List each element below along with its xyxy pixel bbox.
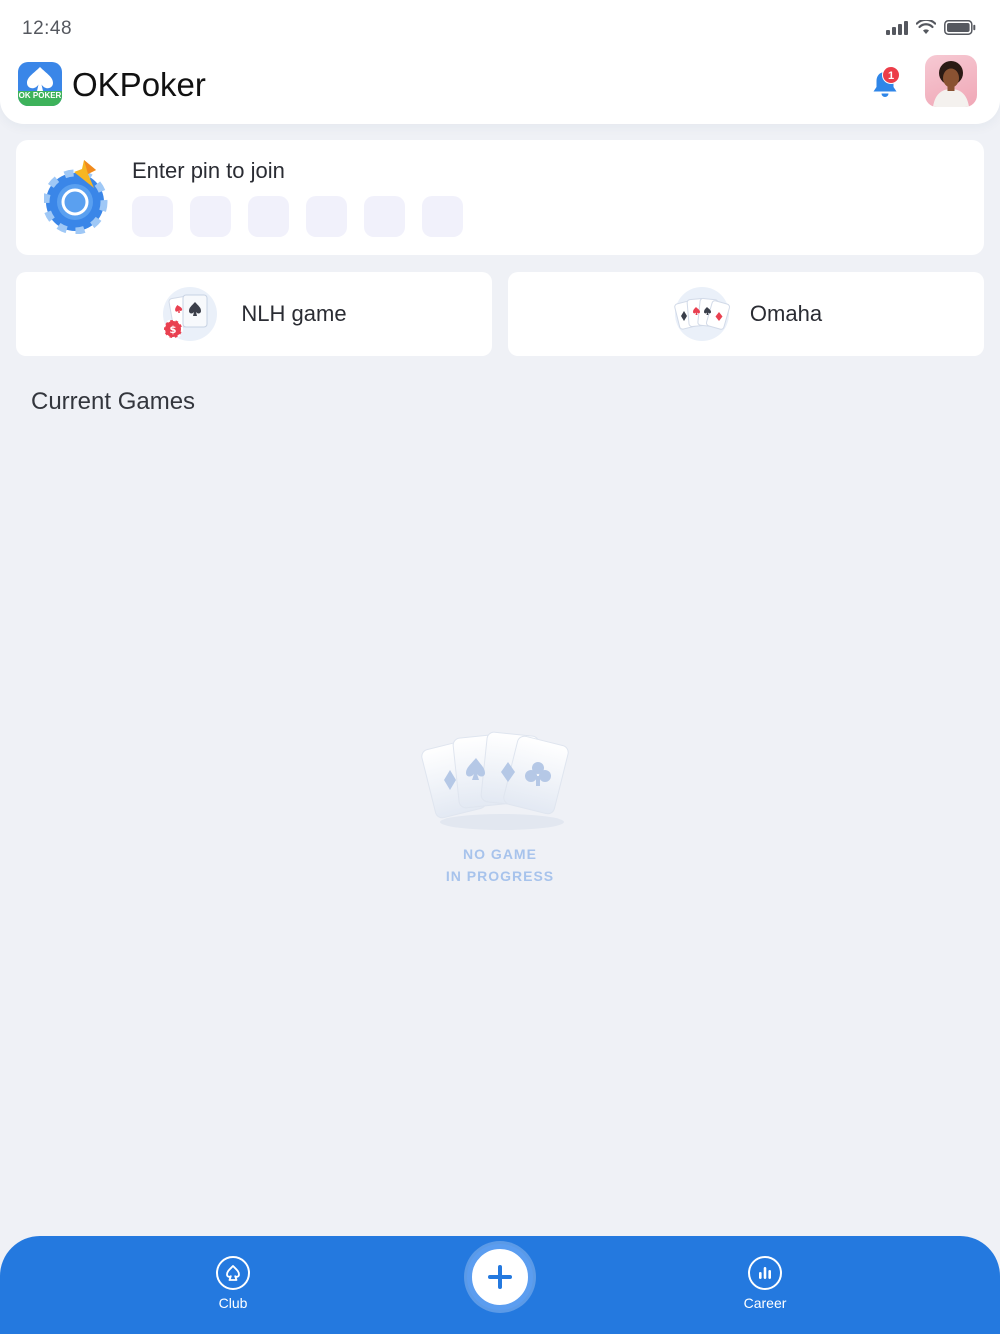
pin-digit-input[interactable] — [422, 196, 463, 237]
app-title: OKPoker — [72, 66, 206, 103]
omaha-game-button[interactable]: Omaha — [508, 272, 984, 356]
club-icon — [216, 1256, 250, 1290]
battery-icon — [944, 20, 976, 35]
nlh-game-label: NLH game — [241, 301, 347, 326]
omaha-cards-icon — [674, 287, 730, 341]
nav-career[interactable]: Career — [725, 1256, 805, 1311]
cellular-signal-icon — [886, 20, 908, 35]
pin-input-group — [132, 196, 463, 237]
current-games-title: Current Games — [31, 388, 196, 415]
empty-state-line-1: NO GAME — [463, 846, 537, 862]
nlh-cards-icon: $ — [163, 287, 218, 341]
join-by-pin-card: Enter pin to join — [16, 140, 984, 255]
empty-cards-icon — [421, 731, 569, 830]
status-icons — [886, 20, 976, 35]
plus-icon — [488, 1265, 512, 1289]
omaha-icon-wrap — [670, 285, 730, 343]
pin-digit-input[interactable] — [306, 196, 347, 237]
empty-state-line-2: IN PROGRESS — [445, 868, 555, 884]
app-logo: OK POKER — [18, 62, 62, 106]
career-stats-icon — [748, 1256, 782, 1290]
poker-chip-join-icon — [44, 160, 108, 234]
avatar[interactable] — [925, 55, 977, 107]
nlh-icon-wrap: $ — [161, 285, 219, 343]
status-time: 12:48 — [22, 18, 73, 39]
pin-digit-input[interactable] — [248, 196, 289, 237]
nav-club[interactable]: Club — [193, 1256, 273, 1311]
pin-digit-input[interactable] — [364, 196, 405, 237]
app-header: 12:48 OK POKER OKPoker 1 — [0, 0, 1000, 124]
user-avatar-icon — [933, 61, 969, 107]
create-game-button[interactable] — [467, 1244, 533, 1310]
svg-text:$: $ — [170, 325, 177, 336]
pin-digit-input[interactable] — [190, 196, 231, 237]
nav-career-label: Career — [743, 1295, 787, 1311]
nlh-game-button[interactable]: $ NLH game — [16, 272, 492, 356]
nav-club-label: Club — [218, 1295, 248, 1311]
pin-title: Enter pin to join — [132, 158, 285, 183]
notification-badge: 1 — [882, 66, 900, 84]
spade-icon — [27, 67, 53, 91]
pin-digit-input[interactable] — [132, 196, 173, 237]
wifi-icon — [916, 20, 936, 34]
empty-state-message: NO GAME IN PROGRESS — [400, 843, 600, 887]
logo-badge-text: OK POKER — [18, 91, 62, 106]
omaha-game-label: Omaha — [749, 301, 823, 326]
